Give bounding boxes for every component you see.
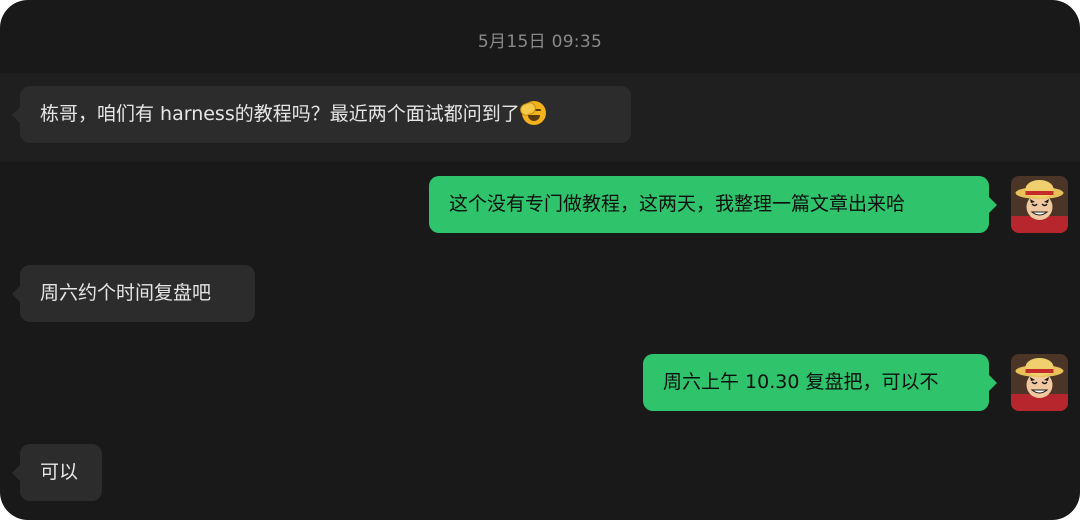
straw-hat-avatar-icon [1011,354,1068,411]
straw-hat-avatar-icon [1011,176,1068,233]
incoming-message-bubble[interactable]: 周六约个时间复盘吧 [12,265,255,322]
outgoing-message-bubble[interactable]: 周六上午 10.30 复盘把，可以不 [643,354,997,411]
avatar[interactable] [1011,176,1068,233]
chat-window: 5月15日 09:35 栋哥，咱们有 harness的教程吗？最近两个面试都问到… [0,0,1080,520]
message-text: 栋哥，咱们有 harness的教程吗？最近两个面试都问到了 [40,103,520,125]
outgoing-message-bubble[interactable]: 这个没有专门做教程，这两天，我整理一篇文章出来哈 [429,176,997,233]
message-text: 周六约个时间复盘吧 [40,282,212,304]
avatar[interactable] [1011,354,1068,411]
incoming-message-bubble[interactable]: 栋哥，咱们有 harness的教程吗？最近两个面试都问到了 [12,86,631,143]
message-text: 周六上午 10.30 复盘把，可以不 [663,371,939,393]
incoming-message-bubble[interactable]: 可以 [12,444,102,501]
message-timestamp: 5月15日 09:35 [477,32,603,52]
message-text: 这个没有专门做教程，这两天，我整理一篇文章出来哈 [449,193,906,215]
face-palm-emoji-icon [518,100,546,125]
message-text: 可以 [40,461,79,483]
